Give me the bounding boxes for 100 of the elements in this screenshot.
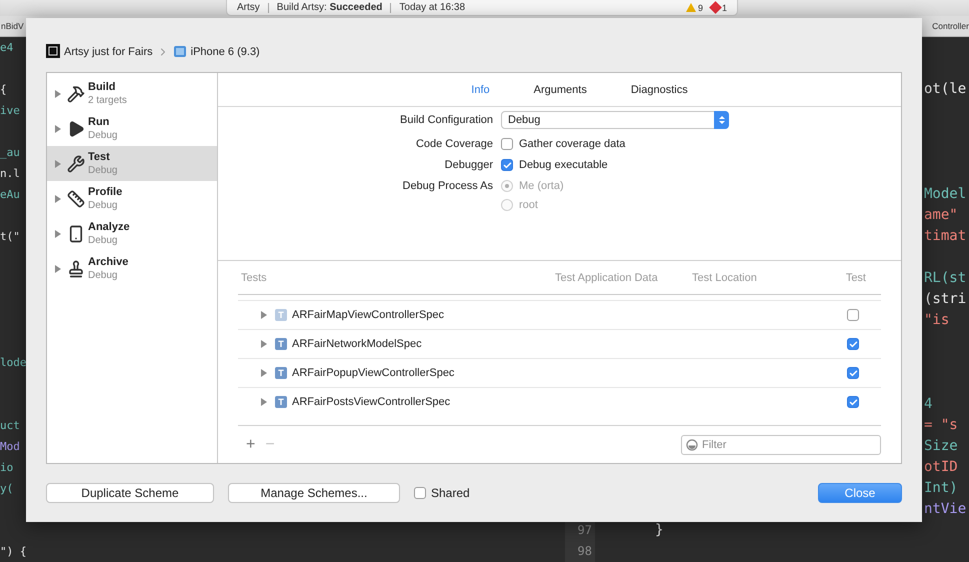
disclosure-icon[interactable] [261,311,267,319]
test-name: ARFairPostsViewControllerSpec [292,396,452,408]
ruler-icon [67,190,85,208]
play-icon [67,120,85,138]
field-label: Code Coverage [414,138,493,150]
stamp-icon [67,260,85,278]
option-label: root [519,199,538,211]
code-text: lode [0,356,26,369]
action-subtitle: Debug [88,164,118,178]
code-text: (stri [924,291,966,307]
option-label: Debug executable [519,159,608,171]
test-row[interactable]: T ARFairPostsViewControllerSpec [238,387,881,416]
test-name: ARFairPopupViewControllerSpec [292,367,456,379]
stepper-icon [714,111,729,129]
scheme-action-item[interactable]: Test Debug [47,146,217,181]
disclosure-icon[interactable] [55,90,61,98]
checkbox[interactable] [847,367,859,379]
filter-icon [686,438,698,450]
action-subtitle: Debug [88,234,118,248]
device-icon [67,224,85,242]
action-subtitle: Debug [88,128,118,142]
scheme-action-item[interactable]: Analyze Debug [47,216,217,251]
add-button[interactable]: + [246,436,256,452]
code-text: e4 [0,41,14,54]
code-text: Int) [924,480,958,496]
code-text: _au [0,146,20,159]
action-title: Archive [88,254,128,268]
test-bundle-icon: T [275,367,287,379]
code-text: y( [0,482,14,495]
code-text: Mod [0,440,20,453]
app-icon [46,44,60,58]
field-label: Build Configuration [399,114,493,126]
test-bundle-icon: T [275,396,287,408]
shared-label: Shared [431,486,470,500]
disclosure-icon[interactable] [261,340,267,348]
line-number: 98 [578,543,592,560]
code-text: ive [0,104,20,117]
device-icon [172,45,187,58]
tab[interactable]: Diagnostics [608,84,710,96]
disclosure-icon[interactable] [261,398,267,406]
error-count: 1 [722,2,727,12]
scheme-action-item[interactable]: Build 2 targets [47,76,217,111]
disclosure-icon[interactable] [55,194,61,202]
disclosure-icon[interactable] [55,230,61,238]
code-text: io [0,461,14,474]
build-status: Build Artsy: Succeeded [276,2,382,13]
code-text: 4 [924,396,932,412]
scheme-name[interactable]: Artsy just for Fairs [64,46,153,58]
manage-schemes-button[interactable]: Manage Schemes... [228,483,400,503]
destination-name[interactable]: iPhone 6 (9.3) [190,46,260,58]
action-subtitle: Debug [88,198,118,212]
disclosure-icon[interactable] [261,369,267,377]
code-text: otID [924,459,958,475]
build-configuration-select[interactable]: Debug [501,111,729,129]
scheme-action-item[interactable]: Profile Debug [47,181,217,216]
duplicate-scheme-button[interactable]: Duplicate Scheme [46,483,214,503]
test-row[interactable]: T ARFairMapViewControllerSpec [238,300,881,329]
checkbox[interactable] [501,159,513,171]
tab[interactable]: Arguments [512,84,609,96]
code-text: ame" [924,207,958,223]
project-name: Artsy [237,2,260,13]
action-title: Analyze [88,220,130,234]
checkbox[interactable] [501,138,513,150]
code-text: ") { [0,545,26,558]
code-text: timat [924,228,966,244]
code-text: { [0,83,7,96]
test-bundle-icon: T [275,338,287,350]
hammer-icon [67,84,85,102]
action-title: Run [88,114,110,128]
test-name: ARFairNetworkModelSpec [292,338,423,350]
action-title: Profile [88,184,122,198]
code-text: Size [924,438,958,454]
disclosure-icon[interactable] [55,124,61,132]
tab[interactable]: Info [449,84,512,96]
scheme-action-item[interactable]: Archive Debug [47,251,217,286]
checkbox[interactable] [847,396,859,408]
code-text: ot(le [924,81,966,97]
option-label: Me (orta) [519,180,564,192]
test-row[interactable]: T ARFairPopupViewControllerSpec [238,358,881,387]
code-text: RL(st [924,270,966,286]
disclosure-icon[interactable] [55,160,61,168]
action-title: Test [88,150,111,164]
test-name: ARFairMapViewControllerSpec [292,309,446,321]
code-text: eAu [0,188,20,201]
action-subtitle: 2 targets [88,94,127,108]
warning-count: 9 [698,2,703,12]
line-number: 97 [578,522,592,539]
option-label: Gather coverage data [519,138,626,150]
code-text: = "s [924,417,958,433]
code-text: "is [924,312,950,328]
disclosure-icon[interactable] [55,264,61,272]
wrench-icon [67,154,85,172]
editor-tab[interactable]: Controller [931,21,969,32]
checkbox[interactable] [847,338,859,350]
test-row[interactable]: T ARFairNetworkModelSpec [238,329,881,358]
editor-tab[interactable]: nBidV [0,21,24,32]
scheme-action-item[interactable]: Run Debug [47,111,217,146]
checkbox[interactable] [847,309,859,321]
checkbox[interactable] [414,487,426,499]
filter-field[interactable]: Filter [681,434,881,454]
